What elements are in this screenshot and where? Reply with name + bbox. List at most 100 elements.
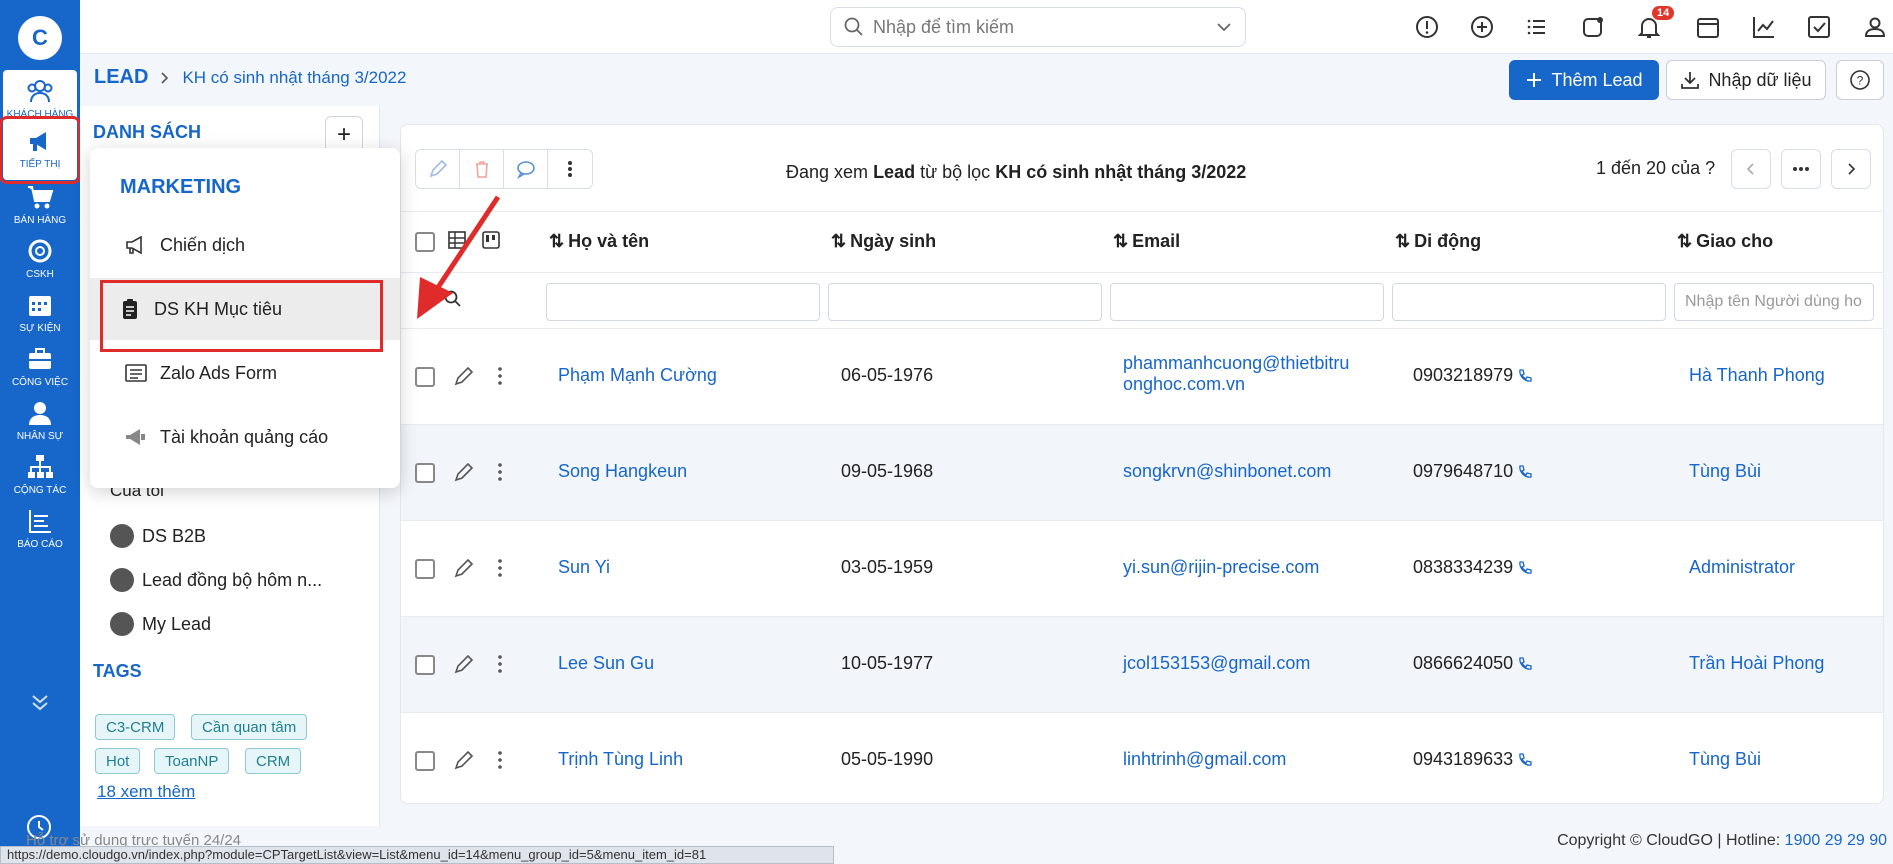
rail-item-tasks[interactable]: CÔNG VIỆC <box>3 338 77 398</box>
user-icon[interactable] <box>1862 14 1888 40</box>
kebab-icon[interactable] <box>497 653 503 675</box>
rail-item-marketing[interactable]: TIẾP THỊ <box>0 116 81 184</box>
phone-icon[interactable] <box>1517 656 1533 672</box>
global-search[interactable]: Nhập để tìm kiếm <box>830 7 1246 47</box>
next-page-button[interactable] <box>1831 149 1871 189</box>
lead-assignee[interactable]: Administrator <box>1689 557 1795 578</box>
help-button[interactable]: ? <box>1836 60 1884 100</box>
lead-assignee[interactable]: Hà Thanh Phong <box>1689 365 1825 386</box>
rail-item-sales[interactable]: BÁN HÀNG <box>3 176 77 236</box>
lead-name[interactable]: Song Hangkeun <box>558 461 687 482</box>
cloudgo-logo[interactable]: C <box>18 16 62 60</box>
lead-name[interactable]: Lee Sun Gu <box>558 653 654 674</box>
rail-item-reports[interactable]: BÁO CÁO <box>3 500 77 560</box>
filter-email-input[interactable] <box>1110 283 1384 321</box>
breadcrumb-leaf[interactable]: KH có sinh nhật tháng 3/2022 <box>182 68 406 88</box>
table-row[interactable]: Phạm Mạnh Cường 06-05-1976 phammanhcuong… <box>401 329 1883 425</box>
row-checkbox[interactable] <box>415 367 435 387</box>
rail-item-support[interactable]: CSKH <box>3 230 77 290</box>
pencil-icon[interactable] <box>453 461 475 483</box>
list-item[interactable]: DS B2B <box>110 524 206 548</box>
prev-page-button[interactable] <box>1731 149 1771 189</box>
kebab-icon[interactable] <box>497 365 503 387</box>
lead-name[interactable]: Phạm Mạnh Cường <box>558 365 717 386</box>
pencil-icon[interactable] <box>453 749 475 771</box>
table-row[interactable]: Trịnh Tùng Linh 05-05-1990 linhtrinh@gma… <box>401 713 1883 803</box>
column-header-dob[interactable]: ⇅ Ngày sinh <box>831 231 936 252</box>
add-circle-icon[interactable] <box>1469 14 1495 40</box>
column-header-mobile[interactable]: ⇅ Di động <box>1395 231 1481 252</box>
table-row[interactable]: Song Hangkeun 09-05-1968 songkrvn@shinbo… <box>401 425 1883 521</box>
lead-assignee[interactable]: Tùng Bùi <box>1689 749 1761 770</box>
kebab-icon[interactable] <box>497 749 503 771</box>
column-header-assignee[interactable]: ⇅ Giao cho <box>1677 231 1773 252</box>
list-item[interactable]: My Lead <box>110 612 211 636</box>
lead-email[interactable]: yi.sun@rijin-precise.com <box>1123 557 1319 578</box>
tag[interactable]: CRM <box>245 748 302 774</box>
activity-icon[interactable] <box>1580 14 1606 40</box>
row-checkbox[interactable] <box>415 751 435 771</box>
row-checkbox[interactable] <box>415 559 435 579</box>
calendar-icon[interactable] <box>1695 14 1721 40</box>
rail-item-hr[interactable]: NHÂN SỰ <box>3 392 77 452</box>
bulk-delete-button[interactable] <box>460 150 504 188</box>
pencil-icon[interactable] <box>453 653 475 675</box>
menu-item-ad-accounts[interactable]: Tài khoản quảng cáo <box>90 406 400 468</box>
expand-more-icon[interactable] <box>28 690 52 714</box>
tag[interactable]: C3-CRM <box>95 714 176 740</box>
lead-phone[interactable]: 0943189633 <box>1413 749 1533 770</box>
phone-icon[interactable] <box>1517 752 1533 768</box>
lead-name[interactable]: Sun Yi <box>558 557 610 578</box>
hotline-number[interactable]: 1900 29 29 90 <box>1785 832 1887 849</box>
lead-assignee[interactable]: Trần Hoài Phong <box>1689 653 1824 674</box>
bulk-more-button[interactable] <box>548 150 592 188</box>
alert-icon[interactable] <box>1414 14 1440 40</box>
lead-phone[interactable]: 0903218979 <box>1413 365 1533 386</box>
filter-mobile-input[interactable] <box>1392 283 1666 321</box>
chart-line-icon[interactable] <box>1751 14 1777 40</box>
import-button[interactable]: Nhập dữ liệu <box>1666 60 1826 100</box>
column-header-name[interactable]: ⇅ Họ và tên <box>549 231 649 252</box>
kebab-icon[interactable] <box>497 557 503 579</box>
tag[interactable]: Hot <box>95 748 141 774</box>
list-item[interactable]: Lead đồng bộ hôm n... <box>110 568 322 592</box>
lead-name[interactable]: Trịnh Tùng Linh <box>558 749 683 770</box>
add-lead-button[interactable]: Thêm Lead <box>1509 60 1659 100</box>
menu-item-campaigns[interactable]: Chiến dịch <box>90 214 400 276</box>
row-checkbox[interactable] <box>415 655 435 675</box>
tag[interactable]: Cần quan tâm <box>191 714 308 740</box>
list-icon[interactable] <box>1524 14 1550 40</box>
lead-phone[interactable]: 0979648710 <box>1413 461 1533 482</box>
lead-email[interactable]: linhtrinh@gmail.com <box>1123 749 1286 770</box>
bulk-comment-button[interactable] <box>504 150 548 188</box>
lead-phone[interactable]: 0838334239 <box>1413 557 1533 578</box>
row-checkbox[interactable] <box>415 463 435 483</box>
lead-assignee[interactable]: Tùng Bùi <box>1689 461 1761 482</box>
more-tags-link[interactable]: 18 xem thêm <box>97 782 195 802</box>
pencil-icon[interactable] <box>453 557 475 579</box>
table-row[interactable]: Lee Sun Gu 10-05-1977 jcol153153@gmail.c… <box>401 617 1883 713</box>
tag[interactable]: ToanNP <box>154 748 230 774</box>
filter-dob-input[interactable] <box>828 283 1102 321</box>
table-row[interactable]: Sun Yi 03-05-1959 yi.sun@rijin-precise.c… <box>401 521 1883 617</box>
phone-icon[interactable] <box>1517 560 1533 576</box>
rail-item-collaboration[interactable]: CỘNG TÁC <box>3 446 77 506</box>
lead-phone[interactable]: 0866624050 <box>1413 653 1533 674</box>
checkbox-icon[interactable] <box>1806 14 1832 40</box>
page-more-button[interactable] <box>1781 149 1821 189</box>
rail-item-events[interactable]: SỰ KIỆN <box>3 284 77 344</box>
column-header-email[interactable]: ⇅ Email <box>1113 231 1180 252</box>
chevron-down-icon[interactable] <box>1215 18 1233 36</box>
bulk-edit-button[interactable] <box>416 150 460 188</box>
breadcrumb-root[interactable]: LEAD <box>94 66 148 89</box>
filter-name-input[interactable] <box>546 283 820 321</box>
filter-assignee-input[interactable]: Nhập tên Người dùng ho <box>1674 283 1874 321</box>
lead-email[interactable]: jcol153153@gmail.com <box>1123 653 1310 674</box>
lead-email[interactable]: songkrvn@shinbonet.com <box>1123 461 1331 482</box>
search-input[interactable]: Nhập để tìm kiếm <box>873 17 1215 38</box>
kebab-icon[interactable] <box>497 461 503 483</box>
lead-email[interactable]: phammanhcuong@thietbitru onghoc.com.vn <box>1123 353 1349 395</box>
pencil-icon[interactable] <box>453 365 475 387</box>
phone-icon[interactable] <box>1517 464 1533 480</box>
phone-icon[interactable] <box>1517 368 1533 384</box>
